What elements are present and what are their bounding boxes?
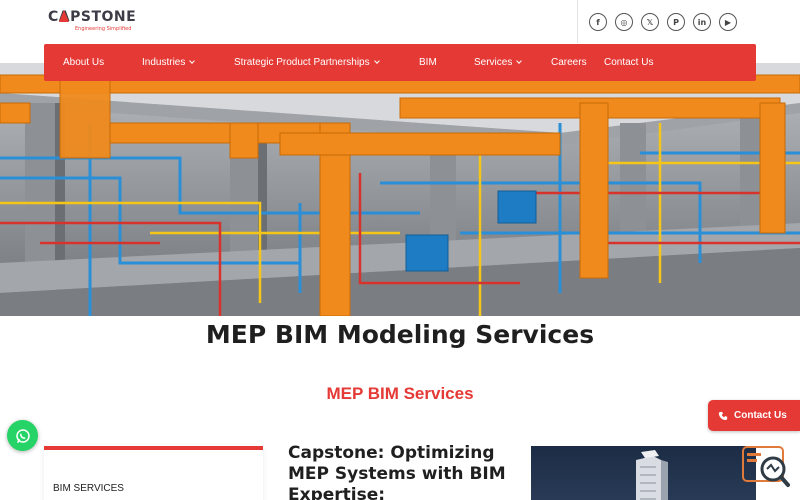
chat-search-icon (742, 446, 790, 487)
nav-item-label: Services (474, 57, 513, 68)
chevron-down-icon (373, 58, 380, 64)
nav-item-strategic-product-partnerships[interactable]: Strategic Product Partnerships (234, 44, 380, 81)
nav-item-industries[interactable]: Industries (142, 44, 196, 81)
mep-bim-3d-model-image (0, 63, 800, 316)
brand-logo[interactable]: CAPSTONE Engineering Simplified (48, 9, 136, 35)
facebook-icon[interactable]: f (589, 13, 607, 31)
nav-item-label: Strategic Product Partnerships (234, 57, 370, 68)
youtube-icon[interactable]: ▶ (719, 13, 737, 31)
content-heading: Capstone: Optimizing MEP Systems with BI… (288, 443, 506, 500)
contact-us-label: Contact Us (734, 410, 787, 421)
building-illustration (636, 450, 668, 500)
nav-item-label: Industries (142, 57, 186, 68)
nav-item-label: About Us (63, 57, 105, 68)
whatsapp-icon[interactable] (7, 420, 38, 451)
nav-item-services[interactable]: Services (474, 44, 523, 81)
linkedin-icon[interactable]: in (693, 13, 711, 31)
brand-tagline: Engineering Simplified (75, 26, 132, 32)
sidebar-item-bim-services[interactable]: BIM SERVICES (53, 483, 124, 494)
pinterest-icon[interactable]: P (667, 13, 685, 31)
page: CAPSTONE Engineering Simplified f ◎ 𝕏 P … (0, 0, 800, 500)
bim-services-sidebar: BIM SERVICES (44, 446, 263, 500)
chevron-down-icon (189, 58, 196, 64)
nav-item-label: Careers (551, 57, 587, 68)
chat-widget-icon[interactable] (741, 445, 791, 489)
chevron-down-icon (516, 58, 523, 64)
header-divider (577, 0, 578, 43)
section-heading: MEP BIM Services (326, 384, 474, 403)
nav-item-about-us[interactable]: About Us (63, 44, 104, 81)
nav-item-label: Contact Us (604, 57, 654, 68)
nav-item-careers[interactable]: Careers (551, 44, 587, 81)
page-title: MEP BIM Modeling Services (205, 320, 595, 349)
content-image (531, 446, 756, 500)
social-links: f ◎ 𝕏 P in ▶ (589, 13, 737, 31)
nav-item-label: BIM (419, 57, 437, 68)
contact-us-button[interactable]: Contact Us (708, 400, 800, 431)
logo-cone-icon (59, 10, 69, 22)
x-icon[interactable]: 𝕏 (641, 13, 659, 31)
nav-item-contact-us[interactable]: Contact Us (604, 44, 653, 81)
hero-illustration (0, 63, 800, 316)
phone-icon (718, 411, 728, 420)
nav-item-bim[interactable]: BIM (419, 44, 437, 81)
whatsapp-glyph-icon (15, 428, 30, 443)
instagram-icon[interactable]: ◎ (615, 13, 633, 31)
main-nav: About Us Industries Strategic Product Pa… (44, 44, 756, 81)
